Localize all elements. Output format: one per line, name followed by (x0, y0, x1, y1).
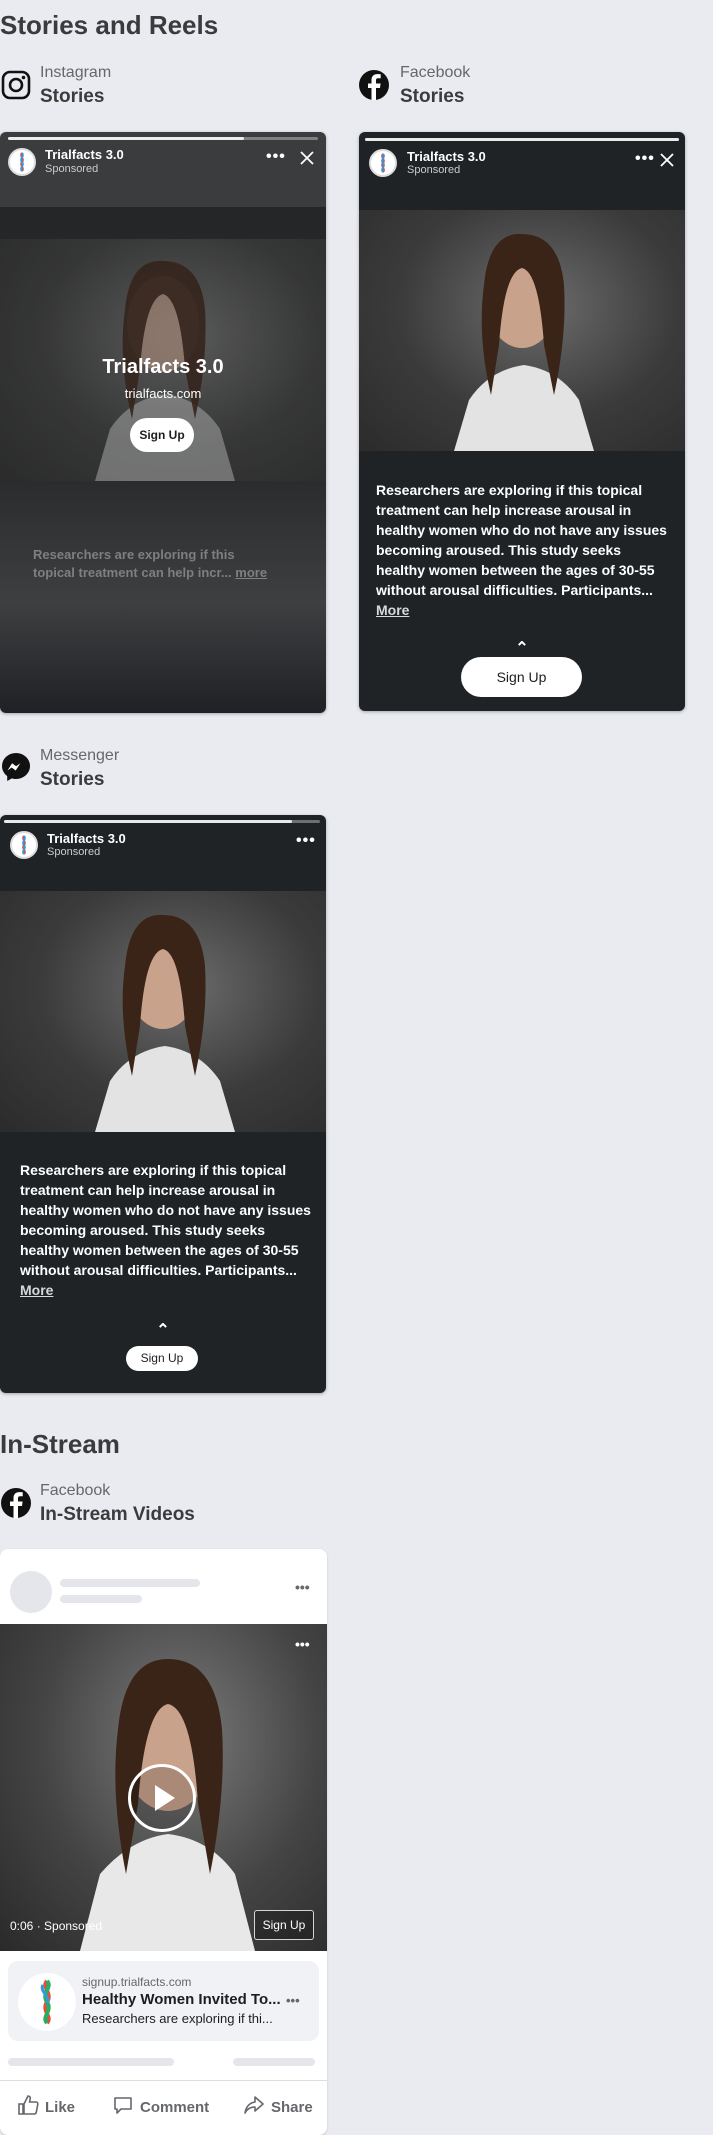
platform-name-facebook-instream: Facebook (40, 1482, 111, 1499)
platform-name-instagram: Instagram (40, 64, 112, 81)
avatar-placeholder (10, 1571, 52, 1613)
comment-button[interactable]: Comment (112, 2094, 209, 2120)
ad-image (359, 210, 685, 451)
placement-name-instream: In-Stream Videos (40, 1504, 195, 1525)
brand-name: Trialfacts 3.0 (407, 149, 486, 164)
like-button[interactable]: Like (17, 2094, 75, 2120)
facebook-story-preview: Trialfacts 3.0 Sponsored ••• Researchers… (359, 132, 685, 711)
platform-name-messenger: Messenger (40, 747, 120, 764)
facebook-icon (358, 69, 390, 106)
share-icon (243, 2094, 265, 2120)
story-progress-bar (365, 138, 679, 141)
skeleton-line (60, 1595, 142, 1603)
more-icon[interactable]: ••• (286, 1993, 300, 2008)
comment-label: Comment (140, 2098, 210, 2116)
placement-name-instagram: Stories (40, 86, 105, 107)
comment-icon (112, 2094, 134, 2120)
brand-name: Trialfacts 3.0 (45, 147, 124, 162)
close-icon[interactable] (660, 153, 674, 172)
ad-body-text: Researchers are exploring if this topica… (20, 1160, 315, 1300)
more-icon[interactable]: ••• (295, 1579, 310, 1595)
share-button[interactable]: Share (243, 2094, 313, 2120)
story-progress-bar (4, 820, 320, 823)
more-icon[interactable]: ••• (266, 148, 286, 166)
chevron-up-icon: ⌃ (156, 1322, 170, 1339)
instream-video-preview: ••• ••• 0:06 · Sponsored Sign Up signup.… (0, 1549, 327, 2135)
sponsored-label: Sponsored (44, 1919, 103, 1933)
ad-text: Researchers are exploring if this topica… (376, 482, 667, 598)
messenger-story-preview: Trialfacts 3.0 Sponsored ••• Researchers… (0, 815, 326, 1393)
more-link[interactable]: More (376, 602, 409, 618)
more-icon[interactable]: ••• (296, 832, 316, 850)
sponsored-label: Sponsored (407, 164, 461, 176)
messenger-icon (0, 751, 32, 788)
sign-up-button[interactable]: Sign Up (130, 418, 194, 452)
more-link[interactable]: More (20, 1282, 53, 1298)
skeleton-line (233, 2058, 315, 2066)
link-attachment[interactable]: signup.trialfacts.com Healthy Women Invi… (8, 1961, 319, 2041)
avatar (10, 831, 38, 859)
chevron-up-icon: ⌃ (515, 640, 529, 657)
skeleton-line (60, 1579, 200, 1587)
section-title-stories: Stories and Reels (0, 10, 219, 40)
more-icon[interactable]: ••• (635, 150, 655, 168)
ad-body-text: Researchers are exploring if this topica… (376, 480, 671, 620)
story-progress-bar (8, 137, 318, 140)
section-title-instream: In-Stream (0, 1429, 120, 1459)
brand-logo (18, 1973, 76, 2031)
ad-image (0, 891, 326, 1132)
like-icon (17, 2094, 39, 2120)
more-link[interactable]: more (235, 565, 267, 580)
close-icon[interactable] (300, 151, 314, 170)
video-time: 0:06 (10, 1919, 34, 1933)
skeleton-line (8, 2058, 174, 2066)
video-meta: 0:06 · Sponsored (10, 1919, 103, 1933)
share-label: Share (271, 2098, 313, 2116)
sign-up-button[interactable]: Sign Up (254, 1910, 314, 1940)
placement-name-facebook: Stories (400, 86, 465, 107)
link-url: signup.trialfacts.com (82, 1975, 192, 1989)
sponsored-label: Sponsored (45, 163, 99, 175)
play-icon[interactable] (128, 1764, 196, 1832)
ad-title: Trialfacts 3.0 (102, 356, 224, 378)
ad-domain: trialfacts.com (124, 386, 202, 401)
placement-name-messenger: Stories (40, 769, 105, 790)
sign-up-button[interactable]: Sign Up (461, 657, 582, 697)
facebook-icon (0, 1487, 32, 1524)
more-icon[interactable]: ••• (295, 1636, 310, 1652)
platform-name-facebook: Facebook (400, 64, 471, 81)
brand-name: Trialfacts 3.0 (47, 831, 126, 846)
like-label: Like (45, 2098, 76, 2116)
divider (0, 2080, 327, 2081)
video-player[interactable]: ••• 0:06 · Sponsored Sign Up (0, 1624, 327, 1951)
sign-up-button[interactable]: Sign Up (126, 1346, 198, 1371)
link-description: Researchers are exploring if thi... (82, 2011, 273, 2026)
avatar (369, 149, 397, 177)
link-headline: Healthy Women Invited To... (82, 1991, 281, 2008)
ad-text: Researchers are exploring if this topica… (33, 547, 235, 580)
avatar (8, 148, 36, 176)
ad-body-text: Researchers are exploring if this topica… (33, 546, 273, 582)
sponsored-label: Sponsored (47, 846, 101, 858)
ad-text: Researchers are exploring if this topica… (20, 1162, 311, 1278)
instagram-story-preview: Trialfacts 3.0 Sponsored ••• Trialfacts … (0, 132, 326, 713)
instagram-icon (0, 69, 32, 106)
